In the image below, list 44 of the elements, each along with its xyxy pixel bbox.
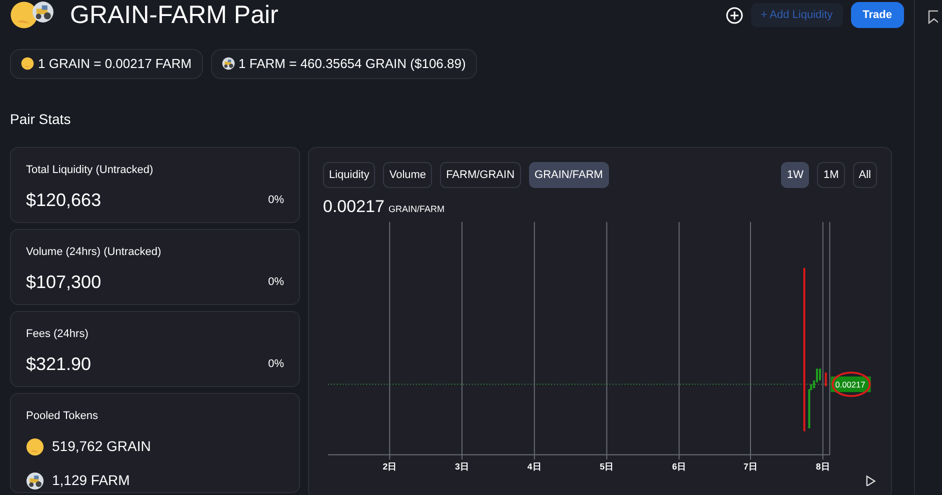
stat-value: $120,663 [26,189,102,212]
section-title: Pair Stats [10,110,72,128]
add-icon[interactable] [726,6,743,24]
token-amount: 519,762 GRAIN [52,437,151,456]
tractor-icon [32,1,54,23]
stat-change: 0% [268,357,284,372]
chart-tab[interactable]: Liquidity [323,162,376,188]
stat-label: Total Liquidity (Untracked) [26,162,154,178]
price-value: 0.00217 [323,196,384,218]
price-unit: GRAIN/FARM [388,203,444,216]
chart-tab[interactable]: GRAIN/FARM [528,162,609,188]
range-tab[interactable]: All [852,162,877,188]
axis-label: 7日 [744,460,758,471]
range-tab[interactable]: 1M [817,162,845,188]
stat-change: 0% [268,275,284,290]
range-tab[interactable]: 1W [780,162,810,188]
stat-value: $107,300 [26,271,102,294]
rate-text: 1 GRAIN = 0.00217 FARM [38,55,192,73]
trade-button[interactable]: Trade [850,2,904,28]
rate-text: 1 FARM = 460.35654 GRAIN ($106.89) [238,55,466,73]
axis-label: 5日 [600,460,614,471]
tractor-icon [222,57,235,70]
axis-label: 2日 [382,460,397,471]
axis-label: 3日 [455,460,469,471]
axis-label: 4日 [527,460,542,471]
emoji-icon [21,57,34,70]
stat-change: 0% [268,193,284,208]
play-icon[interactable] [866,474,876,486]
token-amount: 1,129 FARM [52,471,130,490]
tractor-icon [26,472,44,490]
axis-label: 6日 [672,460,686,471]
stat-label: Volume (24hrs) (Untracked) [26,244,162,260]
chart-tab[interactable]: Volume [383,162,432,188]
bookmark-icon[interactable] [928,10,938,24]
stat-label: Pooled Tokens [26,408,99,424]
emoji-icon [26,438,44,456]
stat-value: $321.90 [26,353,92,376]
highlight-ring [832,371,871,396]
emoji-icon [10,1,38,29]
stat-label: Fees (24hrs) [26,326,90,342]
chart-tab[interactable]: FARM/GRAIN [440,162,521,188]
axis-label: 8日 [816,460,830,471]
page-title: GRAIN-FARM Pair [70,0,278,30]
price-tag-text: 0.00217 [835,379,866,390]
